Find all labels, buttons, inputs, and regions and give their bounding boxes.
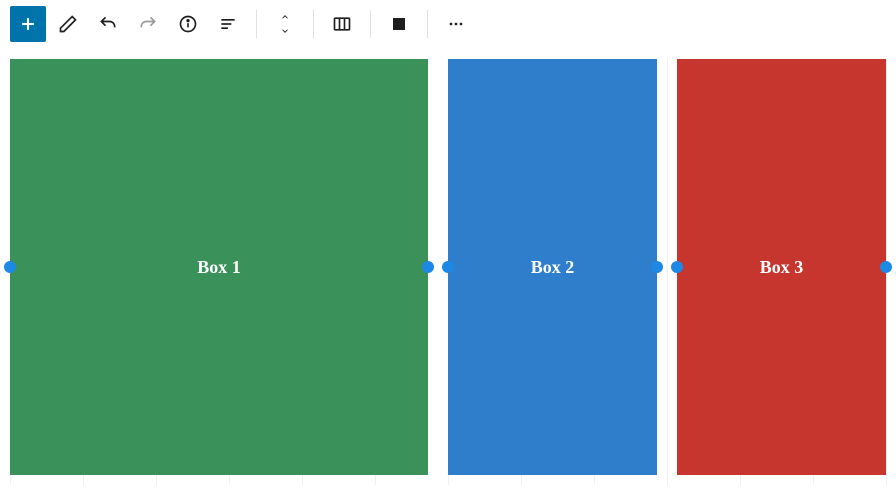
resize-handle[interactable] (671, 261, 683, 273)
resize-handle[interactable] (4, 261, 16, 273)
resize-handle[interactable] (422, 261, 434, 273)
columns-icon (332, 14, 352, 34)
outline-button[interactable] (210, 6, 246, 42)
toolbar (0, 0, 896, 49)
plus-icon (18, 14, 38, 34)
outline-icon (218, 14, 238, 34)
info-button[interactable] (170, 6, 206, 42)
ellipsis-icon (446, 14, 466, 34)
column-2[interactable]: Box 2 (448, 59, 657, 475)
edit-button[interactable] (50, 6, 86, 42)
columns-block[interactable]: Box 1 Box 2 Box 3 (10, 59, 886, 475)
column-1[interactable]: Box 1 (10, 59, 428, 475)
move-up-button[interactable] (278, 10, 292, 24)
info-icon (178, 14, 198, 34)
redo-icon (138, 14, 158, 34)
column-3[interactable]: Box 3 (677, 59, 886, 475)
column-label: Box 1 (197, 257, 241, 278)
toolbar-separator (313, 10, 314, 38)
more-options-button[interactable] (438, 6, 474, 42)
resize-handle[interactable] (880, 261, 892, 273)
column-label: Box 2 (531, 257, 575, 278)
resize-handle[interactable] (651, 261, 663, 273)
resize-handle[interactable] (442, 261, 454, 273)
toolbar-separator (256, 10, 257, 38)
toolbar-separator (427, 10, 428, 38)
move-group (267, 6, 303, 42)
move-down-button[interactable] (278, 24, 292, 38)
column-label: Box 3 (760, 257, 804, 278)
pencil-icon (58, 14, 78, 34)
add-block-button[interactable] (10, 6, 46, 42)
columns-button[interactable] (324, 6, 360, 42)
chevron-down-icon (278, 26, 292, 36)
undo-icon (98, 14, 118, 34)
redo-button[interactable] (130, 6, 166, 42)
square-icon (390, 15, 408, 33)
toolbar-separator (370, 10, 371, 38)
color-button[interactable] (381, 6, 417, 42)
chevron-up-icon (278, 12, 292, 22)
undo-button[interactable] (90, 6, 126, 42)
editor-canvas: Box 1 Box 2 Box 3 (0, 59, 896, 485)
